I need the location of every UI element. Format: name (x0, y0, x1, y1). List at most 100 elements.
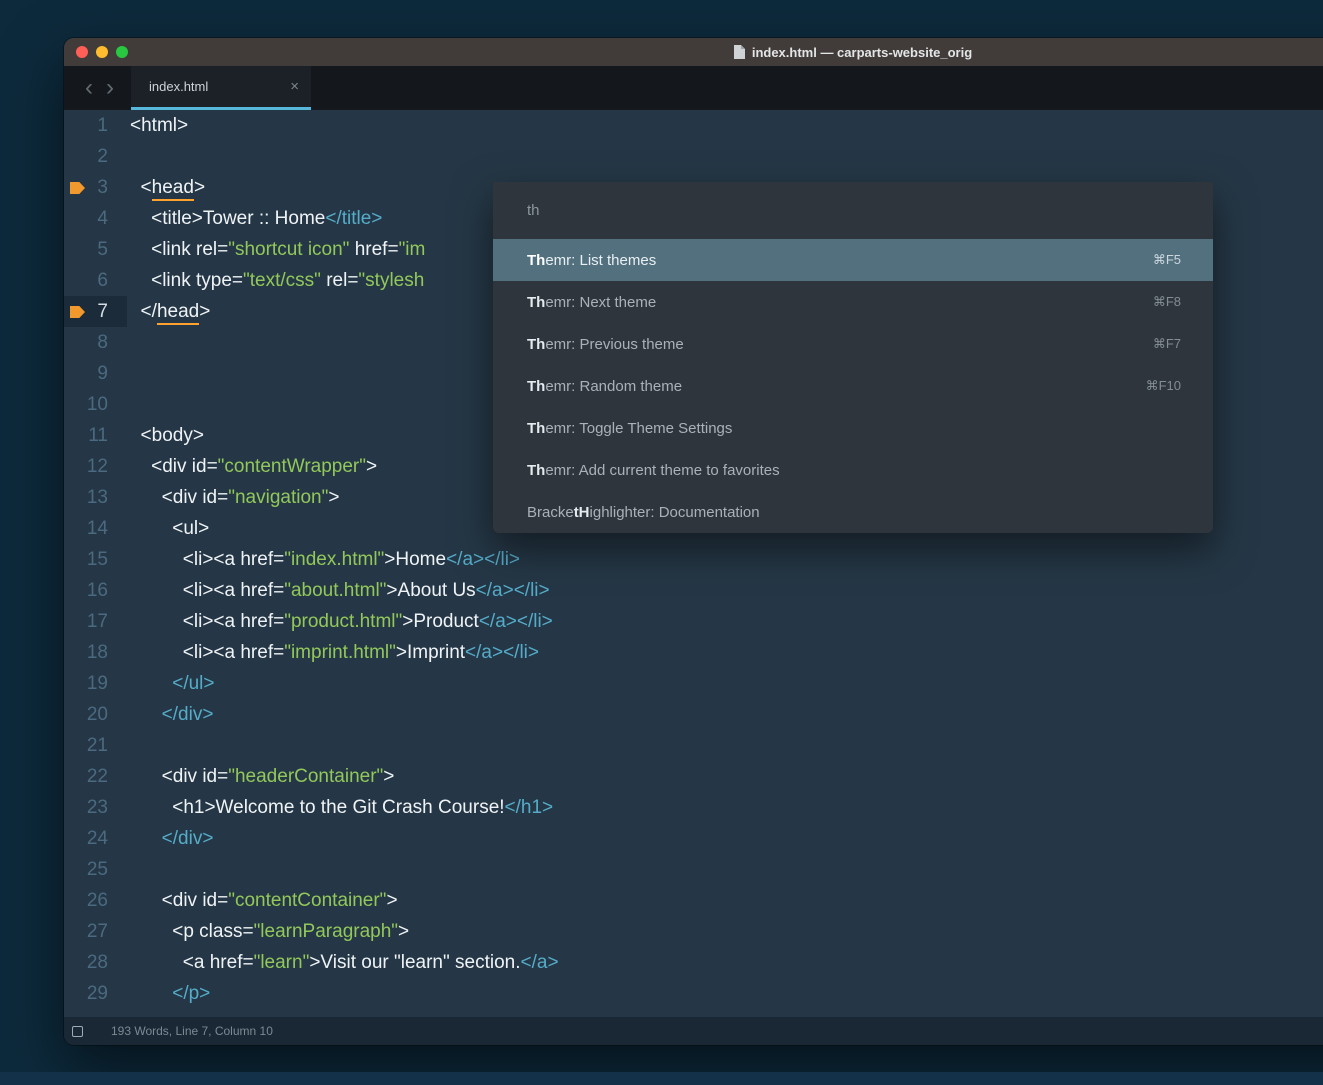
code-line[interactable]: 20 </div> (64, 699, 1323, 730)
code-text: <link type="text/css" rel="stylesh (130, 265, 424, 296)
line-number[interactable]: 8 (64, 327, 108, 358)
code-text: </div> (130, 823, 213, 854)
window-titlebar[interactable]: index.html — carparts-website_orig (64, 38, 1323, 66)
code-text: <div id="contentWrapper"> (130, 451, 377, 482)
line-number[interactable]: 18 (64, 637, 108, 668)
close-window-button[interactable] (76, 46, 88, 58)
traffic-lights (76, 46, 128, 58)
code-editor[interactable]: 1 <html>23 <head>4 <title>Tower :: Home</… (64, 110, 1323, 1017)
line-number[interactable]: 6 (64, 265, 108, 296)
line-number[interactable]: 21 (64, 730, 108, 761)
code-text: </p> (130, 978, 210, 1009)
line-number[interactable]: 26 (64, 885, 108, 916)
palette-item-label: Themr: Random theme (527, 378, 1146, 395)
palette-item-label: Themr: Toggle Theme Settings (527, 420, 1181, 437)
code-text: <li><a href="index.html">Home</a></li> (130, 544, 520, 575)
code-text: <p class="learnParagraph"> (130, 916, 409, 947)
palette-item[interactable]: Themr: Toggle Theme Settings (493, 407, 1213, 449)
line-number[interactable]: 12 (64, 451, 108, 482)
line-number[interactable]: 3 (64, 172, 108, 203)
line-number[interactable]: 14 (64, 513, 108, 544)
code-text: <link rel="shortcut icon" href="im (130, 234, 425, 265)
line-number[interactable]: 11 (64, 420, 108, 451)
code-text: <div id="navigation"> (130, 482, 339, 513)
code-line[interactable]: 22 <div id="headerContainer"> (64, 761, 1323, 792)
code-text: <html> (130, 110, 188, 141)
line-number[interactable]: 25 (64, 854, 108, 885)
code-text: </div> (130, 699, 213, 730)
code-line[interactable]: 19 </ul> (64, 668, 1323, 699)
line-number[interactable]: 29 (64, 978, 108, 1009)
code-line[interactable]: 23 <h1>Welcome to the Git Crash Course!<… (64, 792, 1323, 823)
palette-item-label: Themr: Next theme (527, 294, 1153, 311)
command-palette-input[interactable]: th (493, 182, 1213, 239)
background-strip (0, 1072, 1323, 1085)
code-line[interactable]: 25 (64, 854, 1323, 885)
code-text: <li><a href="about.html">About Us</a></l… (130, 575, 550, 606)
tab-label: index.html (149, 79, 290, 94)
code-text: </head> (130, 296, 210, 327)
code-line[interactable]: 28 <a href="learn">Visit our "learn" sec… (64, 947, 1323, 978)
code-line[interactable]: 1 <html> (64, 110, 1323, 141)
line-number[interactable]: 9 (64, 358, 108, 389)
line-number[interactable]: 17 (64, 606, 108, 637)
line-number[interactable]: 23 (64, 792, 108, 823)
command-palette-query: th (527, 202, 540, 219)
code-text: </ul> (130, 668, 215, 699)
sublime-text-window: index.html — carparts-website_orig ‹ › i… (64, 38, 1323, 1045)
palette-item-shortcut: ⌘F8 (1153, 294, 1181, 310)
palette-item-shortcut: ⌘F7 (1153, 336, 1181, 352)
zoom-window-button[interactable] (116, 46, 128, 58)
palette-item[interactable]: Themr: Random theme⌘F10 (493, 365, 1213, 407)
tab-close-icon[interactable]: × (290, 78, 299, 95)
line-number[interactable]: 2 (64, 141, 108, 172)
line-number[interactable]: 5 (64, 234, 108, 265)
code-line[interactable]: 15 <li><a href="index.html">Home</a></li… (64, 544, 1323, 575)
forward-arrow-icon[interactable]: › (106, 76, 114, 100)
palette-item[interactable]: Themr: Next theme⌘F8 (493, 281, 1213, 323)
code-line[interactable]: 26 <div id="contentContainer"> (64, 885, 1323, 916)
palette-item[interactable]: Themr: Add current theme to favorites (493, 449, 1213, 491)
code-line[interactable]: 18 <li><a href="imprint.html">Imprint</a… (64, 637, 1323, 668)
line-number[interactable]: 10 (64, 389, 108, 420)
palette-item-label: Themr: List themes (527, 252, 1153, 269)
code-text: <title>Tower :: Home</title> (130, 203, 382, 234)
line-number[interactable]: 19 (64, 668, 108, 699)
code-line[interactable]: 27 <p class="learnParagraph"> (64, 916, 1323, 947)
tab-index-html[interactable]: index.html × (131, 66, 311, 110)
palette-list: Themr: List themes⌘F5Themr: Next theme⌘F… (493, 239, 1213, 533)
tab-bar: ‹ › index.html × (64, 66, 1323, 110)
line-number[interactable]: 20 (64, 699, 108, 730)
code-line[interactable]: 2 (64, 141, 1323, 172)
code-line[interactable]: 16 <li><a href="about.html">About Us</a>… (64, 575, 1323, 606)
line-number[interactable]: 1 (64, 110, 108, 141)
minimize-window-button[interactable] (96, 46, 108, 58)
code-text: <li><a href="product.html">Product</a></… (130, 606, 553, 637)
square-outline-icon[interactable] (72, 1026, 83, 1037)
code-line[interactable]: 24 </div> (64, 823, 1323, 854)
line-number[interactable]: 16 (64, 575, 108, 606)
line-number[interactable]: 4 (64, 203, 108, 234)
palette-item-label: Themr: Add current theme to favorites (527, 462, 1181, 479)
palette-item[interactable]: Themr: List themes⌘F5 (493, 239, 1213, 281)
back-arrow-icon[interactable]: ‹ (85, 76, 93, 100)
line-number[interactable]: 27 (64, 916, 108, 947)
code-line[interactable]: 17 <li><a href="product.html">Product</a… (64, 606, 1323, 637)
code-text: <li><a href="imprint.html">Imprint</a></… (130, 637, 539, 668)
code-text: <h1>Welcome to the Git Crash Course!</h1… (130, 792, 553, 823)
palette-item[interactable]: BracketHighlighter: Documentation (493, 491, 1213, 533)
window-title: index.html — carparts-website_orig (734, 45, 972, 60)
line-number[interactable]: 13 (64, 482, 108, 513)
line-number[interactable]: 7 (64, 296, 108, 327)
code-line[interactable]: 21 (64, 730, 1323, 761)
line-number[interactable]: 24 (64, 823, 108, 854)
window-title-text: index.html — carparts-website_orig (752, 45, 972, 60)
line-number[interactable]: 15 (64, 544, 108, 575)
status-text: 193 Words, Line 7, Column 10 (111, 1024, 273, 1038)
code-line[interactable]: 29 </p> (64, 978, 1323, 1009)
document-icon (734, 45, 745, 59)
code-text: <head> (130, 172, 205, 203)
palette-item[interactable]: Themr: Previous theme⌘F7 (493, 323, 1213, 365)
line-number[interactable]: 28 (64, 947, 108, 978)
line-number[interactable]: 22 (64, 761, 108, 792)
